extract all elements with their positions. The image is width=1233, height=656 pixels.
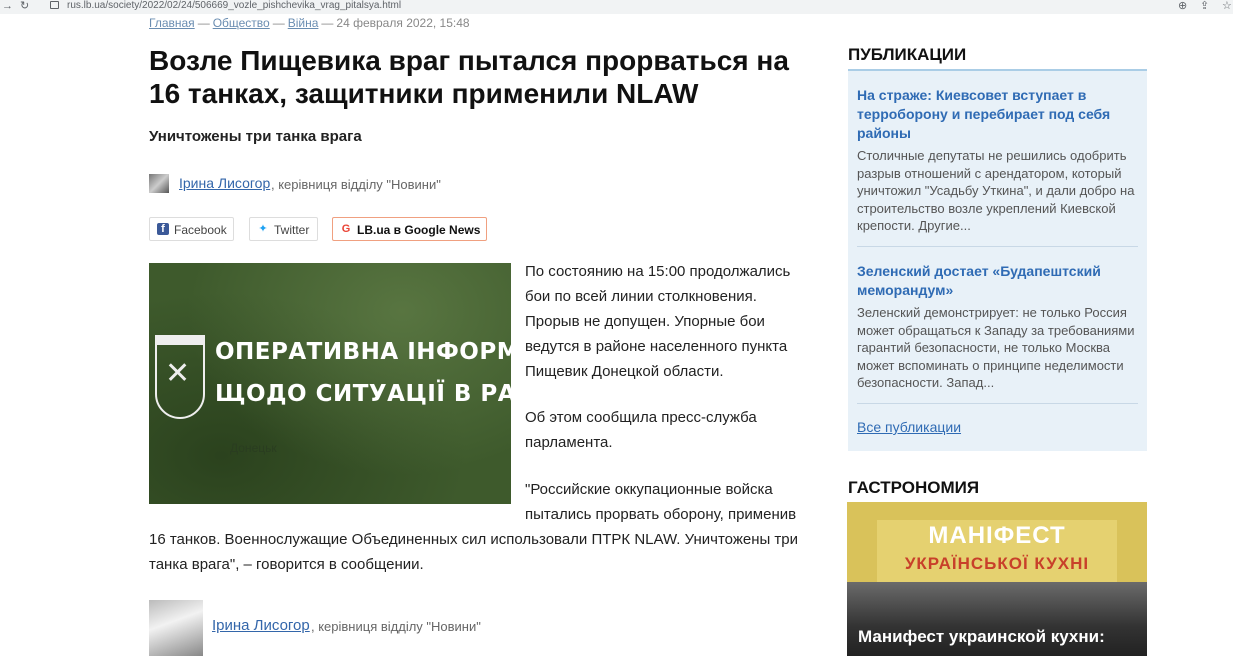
all-publications-link[interactable]: Все публикации xyxy=(857,419,961,435)
twitter-share-button[interactable]: ✦ Twitter xyxy=(249,217,318,241)
breadcrumb-society[interactable]: Общество xyxy=(213,16,270,30)
gastronomy-caption[interactable]: Манифест украинской кухни: xyxy=(858,626,1143,648)
publication-description: Столичные депутаты не решились одобрить … xyxy=(857,148,1135,233)
article-paragraph: Об этом сообщила пресс-служба парламента… xyxy=(525,409,757,451)
browser-toolbar: → ↻ rus.lb.ua/society/2022/02/24/506669_… xyxy=(0,0,1233,14)
facebook-share-button[interactable]: f Facebook xyxy=(149,217,234,241)
banner-subtitle: УКРАЇНСЬКОЇ КУХНІ xyxy=(904,554,1090,573)
gastronomy-heading: ГАСТРОНОМИЯ xyxy=(848,478,980,497)
breadcrumb-war[interactable]: Війна xyxy=(288,16,319,30)
article-subtitle: Уничтожены три танка врага xyxy=(149,128,362,145)
divider xyxy=(857,246,1138,247)
google-icon: G xyxy=(341,223,351,235)
breadcrumb-separator: — xyxy=(321,16,334,30)
article-paragraph: По состоянию на 15:00 продолжались бои п… xyxy=(525,263,791,380)
publication-description: Зеленский демонстрирует: не только Росси… xyxy=(857,305,1135,390)
author-photo[interactable] xyxy=(149,600,203,656)
facebook-share-label: Facebook xyxy=(174,223,227,237)
publications-box: На страже: Киевсовет вступает в терробор… xyxy=(848,69,1147,451)
address-bar[interactable]: rus.lb.ua/society/2022/02/24/506669_vozl… xyxy=(40,0,1160,13)
image-headline-line1: ОПЕРАТИВНА ІНФОРМАЦІЯ xyxy=(215,339,511,365)
crossed-arrows-icon: ✕ xyxy=(165,357,191,390)
author-avatar[interactable] xyxy=(149,174,169,193)
zoom-icon[interactable]: ⊕ xyxy=(1178,0,1187,12)
share-icon[interactable]: ⇪ xyxy=(1200,0,1209,12)
breadcrumb-separator: — xyxy=(197,16,210,30)
facebook-icon: f xyxy=(157,223,169,235)
lock-icon xyxy=(50,1,59,10)
url-text: rus.lb.ua/society/2022/02/24/506669_vozl… xyxy=(67,0,402,11)
author-role: , керівниця відділу "Новини" xyxy=(311,619,481,634)
author-name-link[interactable]: Ірина Лисогор xyxy=(212,617,310,634)
author-name-link[interactable]: Ірина Лисогор xyxy=(179,175,270,191)
breadcrumb-separator: — xyxy=(272,16,285,30)
gastronomy-teaser[interactable]: МАНІФЕСТ УКРАЇНСЬКОЇ КУХНІ Манифест укра… xyxy=(847,502,1147,656)
breadcrumb: Главная — Общество — Війна —24 февраля 2022, … xyxy=(149,16,470,30)
breadcrumb-home[interactable]: Главная xyxy=(149,16,195,30)
twitter-icon: ✦ xyxy=(258,223,268,235)
article-date: 24 февраля 2022, 15:48 xyxy=(336,16,470,30)
emblem-banner xyxy=(155,335,205,345)
publications-heading: ПУБЛИКАЦИИ xyxy=(848,45,967,64)
google-news-label: LB.ua в Google News xyxy=(357,223,481,237)
article-image: ✕ ОПЕРАТИВНА ІНФОРМАЦІЯ ЩОДО СИТУАЦІЇ В … xyxy=(149,263,511,504)
forward-icon[interactable]: → xyxy=(2,0,13,12)
publication-title-link[interactable]: Зеленский достает «Будапештский меморанд… xyxy=(857,262,1135,300)
google-news-button[interactable]: G LB.ua в Google News xyxy=(332,217,487,241)
divider xyxy=(857,403,1138,404)
article-headline: Возле Пищевика враг пытался прорваться н… xyxy=(149,45,789,109)
publication-title-link[interactable]: На страже: Киевсовет вступает в терробор… xyxy=(857,86,1135,143)
banner-title: МАНІФЕСТ xyxy=(928,522,1066,549)
article-quote-start: "Российские оккупационные войска пыталис… xyxy=(525,481,797,523)
map-city-label: Донецьк xyxy=(230,441,277,455)
bookmark-star-icon[interactable]: ☆ xyxy=(1222,0,1232,12)
reload-icon[interactable]: ↻ xyxy=(20,0,29,12)
image-headline-line2: ЩОДО СИТУАЦІЇ В РАЙОНІ ООС xyxy=(215,381,511,407)
author-role: , керівниця відділу "Новини" xyxy=(271,177,441,192)
twitter-share-label: Twitter xyxy=(274,223,310,237)
article-quote-end: 16 танков. Военнослужащие Объединенных с… xyxy=(149,531,799,573)
